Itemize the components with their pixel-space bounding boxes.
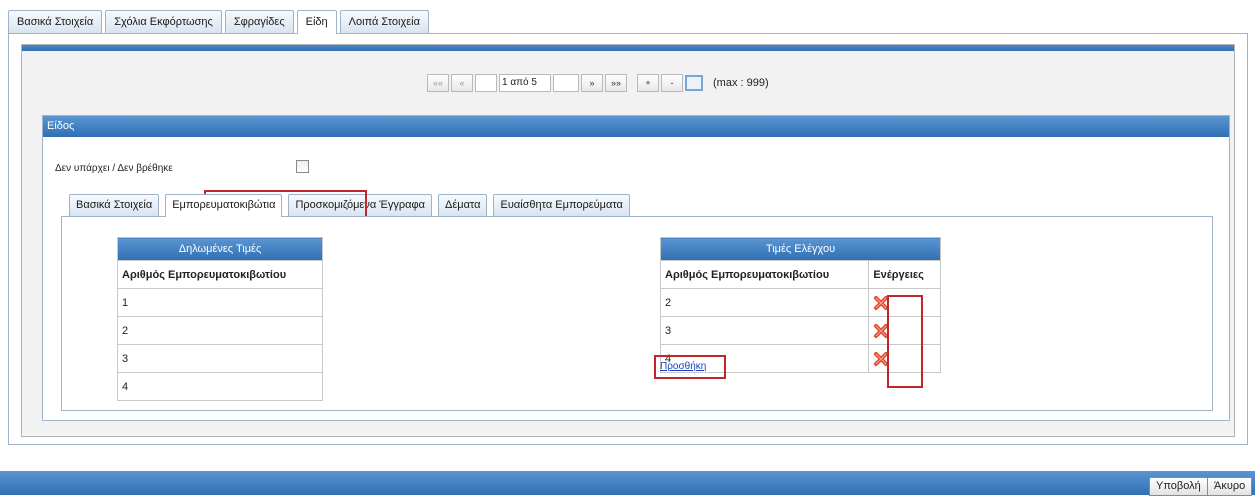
subtab-packages[interactable]: Δέματα — [437, 194, 488, 216]
next-page-button[interactable]: » — [581, 74, 603, 92]
bottom-action-bar — [0, 471, 1255, 495]
tab-seals[interactable]: Σφραγίδες — [224, 10, 294, 33]
subtab-containers[interactable]: Εμπορευματοκιβώτια — [165, 194, 283, 217]
prev-page-button[interactable]: « — [451, 74, 473, 92]
last-page-button[interactable]: »» — [605, 74, 627, 92]
table-row: 4 — [117, 372, 323, 401]
declared-column-header: Αριθμός Εμπορευματοκιβωτίου — [117, 260, 323, 289]
control-column-header: Αριθμός Εμπορευματοκιβωτίου — [659, 260, 870, 289]
first-page-button[interactable]: «« — [427, 74, 449, 92]
tab-items[interactable]: Είδη — [296, 10, 337, 34]
frame-top-bar — [22, 45, 1234, 51]
items-panel: «« « 1 από 5 » »» + - (max : 999) Είδος … — [8, 33, 1248, 445]
section-title: Είδος — [43, 116, 1229, 137]
subtab-basic-info[interactable]: Βασικά Στοιχεία — [69, 194, 160, 216]
not-found-checkbox[interactable] — [296, 160, 309, 173]
table-row: 3 — [117, 344, 323, 373]
tab-unloading-comments[interactable]: Σχόλια Εκφόρτωσης — [105, 10, 222, 33]
containers-panel: Δηλωμένες Τιμές Αριθμός Εμπορευματοκιβωτ… — [61, 216, 1213, 411]
window-icon[interactable] — [685, 75, 703, 91]
tab-other-info[interactable]: Λοιπά Στοιχεία — [339, 10, 429, 33]
remove-item-button[interactable]: - — [661, 74, 683, 92]
delete-actions-highlight — [887, 295, 923, 388]
max-label: (max : 999) — [713, 77, 769, 89]
subtab-sensitive-goods[interactable]: Ευαίσθητα Εμπορεύματα — [493, 194, 630, 216]
add-link-highlight — [654, 355, 726, 379]
main-tabs: Βασικά Στοιχεία Σχόλια Εκφόρτωσης Σφραγί… — [8, 10, 432, 34]
page-spacer-field — [553, 74, 579, 92]
page-jump-input[interactable] — [475, 74, 497, 92]
add-item-button[interactable]: + — [637, 74, 659, 92]
page-indicator: 1 από 5 — [499, 74, 551, 92]
cancel-button[interactable]: Άκυρο — [1207, 477, 1253, 496]
pager: «« « 1 από 5 » »» + - (max : 999) — [427, 73, 769, 93]
not-found-label: Δεν υπάρχει / Δεν βρέθηκε — [55, 163, 173, 174]
table-row: 2 — [117, 316, 323, 345]
table-row: 3 — [659, 316, 870, 345]
submit-button[interactable]: Υποβολή — [1149, 477, 1208, 496]
actions-column-header: Ενέργειες — [868, 260, 941, 289]
table-row: 2 — [659, 288, 870, 317]
item-section: Είδος Δεν υπάρχει / Δεν βρέθηκε Βασικά Σ… — [42, 115, 1230, 421]
tab-basic-info[interactable]: Βασικά Στοιχεία — [8, 10, 103, 33]
control-caption: Τιμές Ελέγχου — [660, 237, 941, 261]
declared-caption: Δηλωμένες Τιμές — [117, 237, 323, 261]
declared-values-table: Δηλωμένες Τιμές Αριθμός Εμπορευματοκιβωτ… — [117, 237, 323, 401]
table-row: 1 — [117, 288, 323, 317]
items-frame: «« « 1 από 5 » »» + - (max : 999) Είδος … — [21, 44, 1235, 437]
